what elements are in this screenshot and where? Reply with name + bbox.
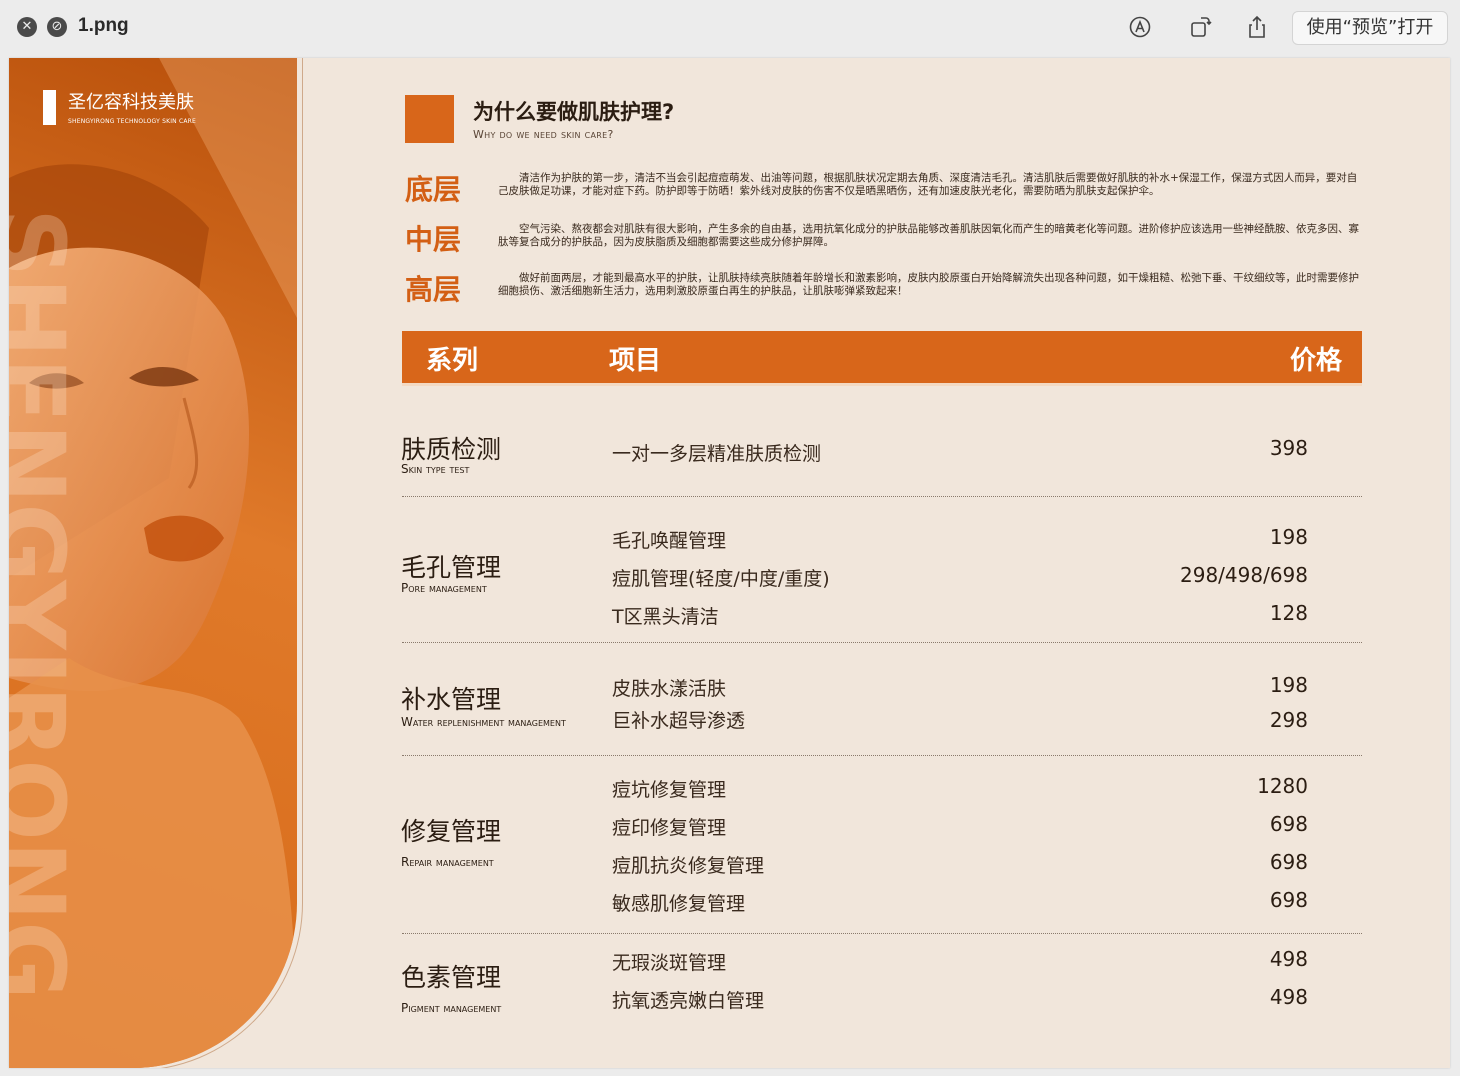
category-subtitle: Water replenishment management	[401, 715, 566, 729]
service-price: 698	[1269, 888, 1308, 912]
service-price: 1280	[1257, 774, 1308, 798]
service-item: 痘印修复管理	[612, 817, 727, 839]
row-divider	[402, 642, 1362, 643]
layer-label: 中层	[405, 223, 462, 256]
window-titlebar: ✕ ⊘ 1.png 使用“预览”打开	[0, 0, 1460, 56]
service-item: 毛孔唤醒管理	[612, 530, 727, 552]
service-price: 198	[1269, 673, 1308, 697]
service-item: 无瑕淡斑管理	[612, 952, 727, 974]
service-item: 敏感肌修复管理	[612, 893, 746, 915]
row-divider	[402, 755, 1362, 756]
service-price: 498	[1269, 947, 1308, 971]
service-item: 一对一多层精准肤质检测	[612, 443, 822, 465]
service-price: 128	[1269, 601, 1308, 625]
intro-subtitle: Why do we need skin care?	[473, 128, 614, 141]
window-title: 1.png	[78, 15, 129, 36]
row-divider	[402, 933, 1362, 934]
category-subtitle: Pore management	[401, 581, 487, 595]
markup-icon[interactable]	[1127, 14, 1153, 40]
price-table-header: 系列 项目 价格	[402, 331, 1362, 386]
minimize-icon[interactable]: ⊘	[47, 17, 67, 37]
open-with-preview-button[interactable]: 使用“预览”打开	[1292, 11, 1448, 45]
category-subtitle: Skin type test	[401, 462, 470, 476]
brand-panel: SHENGYIRONG 圣亿容科技美肤 SHENGYIRONG TECHNOLO…	[9, 58, 297, 1068]
category-subtitle: Repair management	[401, 855, 494, 869]
service-price: 298	[1269, 708, 1308, 732]
service-item: T区黑头清洁	[612, 606, 719, 628]
service-price: 698	[1269, 850, 1308, 874]
brand-vertical-text: SHENGYIRONG	[9, 208, 85, 1000]
header-price: 价格	[1289, 346, 1342, 376]
category-subtitle: Pigment management	[401, 1001, 502, 1015]
row-divider	[402, 496, 1362, 497]
category-title: 毛孔管理	[401, 553, 502, 582]
category-title: 修复管理	[401, 817, 502, 846]
layer-text: 做好前面两层，才能到最高水平的护肤，让肌肤持续亮肤随着年龄增长和激素影响，皮肤内…	[498, 272, 1359, 297]
service-price: 298/498/698	[1180, 563, 1308, 587]
layer-text: 空气污染、熬夜都会对肌肤有很大影响，产生多余的自由基，选用抗氧化成分的护肤品能够…	[498, 223, 1359, 248]
rotate-icon[interactable]	[1187, 14, 1213, 40]
layer-text: 清洁作为护肤的第一步，清洁不当会引起痘痘萌发、出油等问题，根据肌肤状况定期去角质…	[498, 172, 1358, 197]
intro-title: 为什么要做肌肤护理?	[473, 100, 675, 124]
layer-label: 高层	[405, 273, 462, 306]
service-price: 398	[1269, 436, 1308, 460]
service-item: 痘肌抗炎修复管理	[612, 855, 765, 877]
layer-label: 底层	[405, 173, 462, 206]
heading-square	[405, 95, 454, 143]
brand-logo-bar	[43, 90, 56, 125]
share-icon[interactable]	[1244, 14, 1270, 40]
document-page: SHENGYIRONG 圣亿容科技美肤 SHENGYIRONG TECHNOLO…	[9, 58, 1450, 1068]
service-item: 痘坑修复管理	[612, 779, 727, 801]
category-title: 色素管理	[401, 963, 502, 992]
service-item: 皮肤水漾活肤	[612, 678, 727, 700]
close-icon[interactable]: ✕	[17, 17, 37, 37]
header-series: 系列	[426, 346, 479, 376]
header-item: 项目	[609, 346, 662, 376]
category-title: 肤质检测	[401, 435, 502, 464]
brand-name: 圣亿容科技美肤	[68, 92, 194, 113]
category-title: 补水管理	[401, 685, 502, 714]
service-price: 198	[1269, 525, 1308, 549]
service-item: 抗氧透亮嫩白管理	[612, 990, 765, 1012]
service-price: 498	[1269, 985, 1308, 1009]
service-item: 痘肌管理(轻度/中度/重度)	[612, 568, 830, 590]
service-price: 698	[1269, 812, 1308, 836]
service-item: 巨补水超导渗透	[612, 710, 746, 732]
brand-name-en: SHENGYIRONG TECHNOLOGY SKIN CARE	[68, 118, 197, 125]
